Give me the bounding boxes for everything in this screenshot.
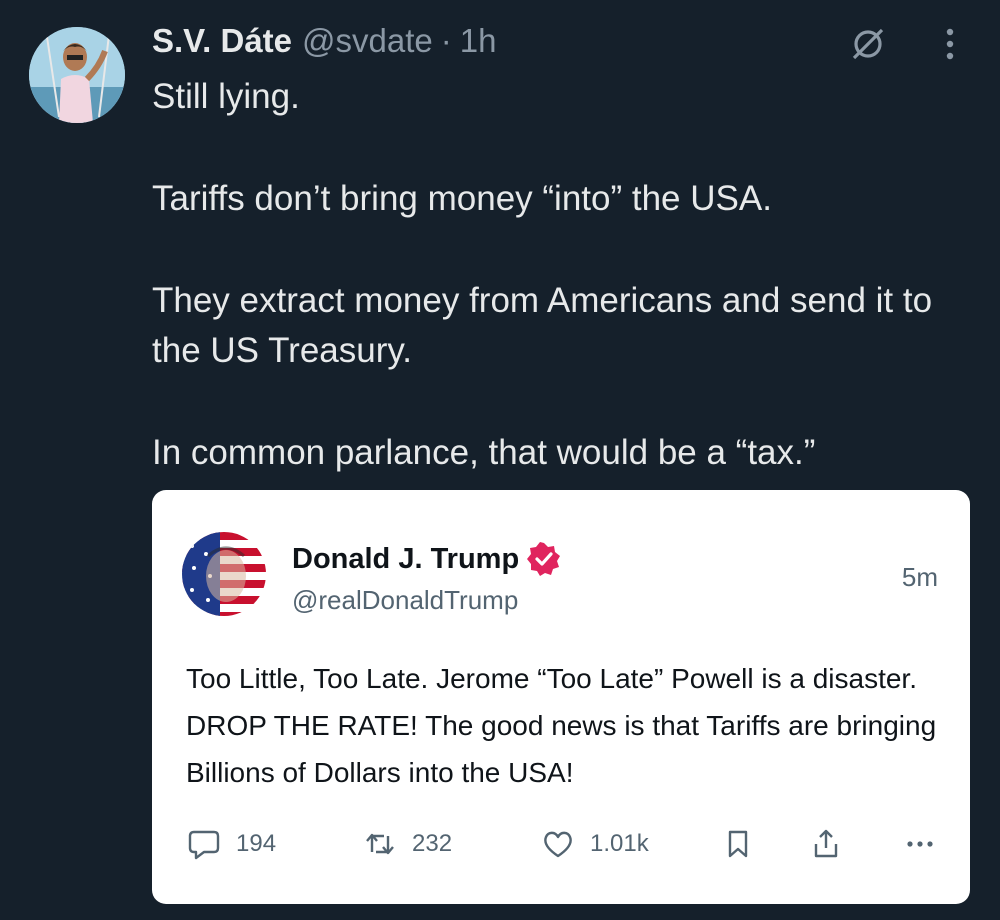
tweet-header: S.V. Dáte @svdate · 1h — [152, 22, 496, 64]
repost-button[interactable]: 232 — [364, 824, 452, 864]
reply-count: 194 — [236, 830, 277, 857]
share-button[interactable] — [810, 824, 842, 864]
separator-dot: · — [440, 22, 452, 59]
author-handle[interactable]: @svdate — [302, 22, 433, 60]
share-icon — [814, 829, 838, 858]
action-bar: 194 232 1.01k — [182, 824, 942, 864]
reply-button[interactable]: 194 — [188, 824, 276, 864]
tweet-time[interactable]: 1h — [460, 22, 497, 60]
quoted-time[interactable]: 5m — [902, 562, 938, 593]
grok-icon[interactable] — [848, 24, 888, 64]
tweet-text: Still lying. Tariffs don’t bring money “… — [152, 72, 982, 478]
tweet-paragraph: In common parlance, that would be a “tax… — [152, 433, 816, 472]
like-count: 1.01k — [590, 830, 649, 857]
reply-icon — [188, 830, 220, 860]
quoted-author-name-row[interactable]: Donald J. Trump — [292, 542, 561, 576]
quoted-text: Too Little, Too Late. Jerome “Too Late” … — [186, 663, 937, 788]
more-horizontal-icon — [907, 841, 933, 847]
tweet-paragraph: Tariffs don’t bring money “into” the USA… — [152, 179, 772, 218]
repost-count: 232 — [412, 830, 453, 857]
bookmark-icon — [728, 830, 748, 858]
quoted-post-card[interactable]: Donald J. Trump @realDonaldTrump 5m Too … — [152, 490, 970, 904]
tweet-paragraph: They extract money from Americans and se… — [152, 281, 933, 370]
bookmark-button[interactable] — [722, 824, 754, 864]
more-icon[interactable] — [936, 24, 964, 64]
more-horizontal-button[interactable] — [904, 824, 936, 864]
quoted-author-avatar[interactable] — [182, 532, 266, 616]
quoted-author-handle[interactable]: @realDonaldTrump — [292, 585, 518, 616]
tweet-paragraph: Still lying. — [152, 77, 300, 116]
author-name[interactable]: S.V. Dáte — [152, 22, 292, 60]
like-button[interactable]: 1.01k — [542, 824, 649, 864]
verified-badge-icon — [527, 542, 561, 576]
repost-icon — [366, 833, 394, 855]
quoted-author-name[interactable]: Donald J. Trump — [292, 543, 519, 576]
like-icon — [544, 831, 572, 858]
author-avatar[interactable] — [29, 27, 125, 123]
